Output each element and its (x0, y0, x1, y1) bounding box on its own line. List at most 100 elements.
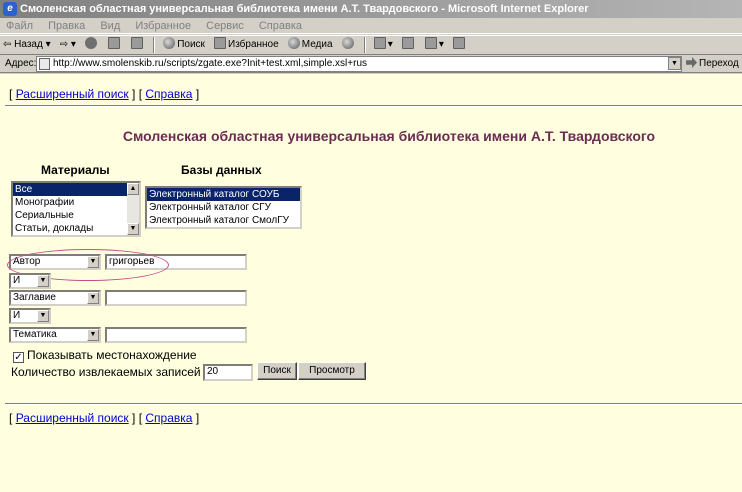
list-item[interactable]: Электронный каталог СОУБ (147, 188, 300, 201)
operator-select-2[interactable]: И ▼ (9, 308, 51, 324)
page-content: [ Расширенный поиск ] [ Справка ] Смолен… (0, 74, 742, 492)
operator-value: И (13, 275, 21, 286)
favorites-button[interactable]: Избранное (211, 36, 282, 54)
show-location-label: Показывать местонахождение (27, 348, 197, 362)
bracket: ] (195, 87, 200, 101)
list-item[interactable]: Все (13, 183, 139, 196)
back-button[interactable]: ⇦ Назад ▾ (0, 36, 54, 54)
menu-tools[interactable]: Сервис (200, 18, 250, 34)
operator-value: И (13, 310, 21, 321)
address-bar: Адрес: http://www.smolenskib.ru/scripts/… (0, 55, 742, 73)
media-button[interactable]: Медиа (285, 36, 336, 54)
print-button[interactable] (399, 36, 419, 54)
chevron-down-icon: ▼ (37, 310, 49, 322)
help-link[interactable]: Справка (145, 87, 192, 101)
menu-edit[interactable]: Правка (42, 18, 91, 34)
media-icon (287, 37, 300, 49)
list-item[interactable]: Сериальные (13, 209, 139, 222)
help-link[interactable]: Справка (145, 411, 192, 425)
advanced-search-link[interactable]: Расширенный поиск (16, 87, 129, 101)
databases-listbox[interactable]: Электронный каталог СОУБ Электронный кат… (145, 186, 302, 229)
menu-file[interactable]: Файл (0, 18, 39, 34)
favorites-icon (214, 37, 226, 49)
page-title: Смоленская областная универсальная библи… (122, 128, 656, 144)
window-title: Смоленская областная универсальная библи… (20, 3, 589, 15)
menu-help[interactable]: Справка (253, 18, 308, 34)
search-label: Поиск (177, 39, 205, 50)
address-dropdown-icon[interactable]: ▼ (668, 57, 681, 70)
search-input-2[interactable] (105, 290, 247, 306)
materials-label: Материалы (41, 163, 110, 177)
list-item[interactable]: Электронный каталог СмолГУ (147, 214, 300, 227)
list-item[interactable]: Статьи, доклады (13, 222, 139, 235)
mail-icon (373, 37, 386, 49)
chevron-down-icon: ▼ (87, 329, 99, 341)
toolbar: ⇦ Назад ▾ ⇨ ▾ Поиск Избранное Медиа ▾ ▾ (0, 35, 742, 55)
back-label: Назад (14, 39, 43, 50)
history-icon (341, 37, 354, 49)
divider (5, 403, 742, 405)
menu-favorites[interactable]: Избранное (129, 18, 197, 34)
bracket: ] [ (132, 87, 143, 101)
field-select-title[interactable]: Заглавие ▼ (9, 290, 101, 306)
history-button[interactable] (339, 36, 359, 54)
toolbar-separator (363, 37, 366, 53)
menu-view[interactable]: Вид (94, 18, 126, 34)
edit-button[interactable]: ▾ (422, 36, 447, 54)
back-arrow-icon: ⇦ (3, 39, 12, 50)
list-item[interactable]: Электронный каталог СГУ (147, 201, 300, 214)
go-label: Переход (699, 58, 739, 69)
field-select-subject[interactable]: Тематика ▼ (9, 327, 101, 343)
forward-button[interactable]: ⇨ ▾ (57, 36, 79, 54)
refresh-icon (108, 37, 121, 49)
materials-listbox[interactable]: Все Монографии Сериальные Статьи, доклад… (11, 181, 141, 237)
home-button[interactable] (128, 36, 148, 54)
favorites-label: Избранное (228, 39, 279, 50)
field-select-value: Заглавие (13, 292, 56, 303)
go-button[interactable]: Переход (686, 57, 739, 71)
toolbar-separator (153, 37, 156, 53)
chevron-down-icon: ▼ (87, 292, 99, 304)
forward-arrow-icon: ⇨ (59, 39, 69, 50)
home-icon (131, 37, 144, 49)
address-url: http://www.smolenskib.ru/scripts/zgate.e… (53, 58, 368, 69)
divider (5, 105, 742, 107)
title-bar: e Смоленская областная универсальная биб… (0, 0, 742, 18)
bracket: ] [ (132, 411, 143, 425)
edit-icon (424, 37, 437, 49)
show-location-checkbox[interactable]: ✓ (13, 352, 24, 363)
records-count-input[interactable]: 20 (203, 364, 253, 381)
address-input[interactable]: http://www.smolenskib.ru/scripts/zgate.e… (36, 56, 682, 72)
media-label: Медиа (301, 39, 333, 50)
mail-button[interactable]: ▾ (371, 36, 396, 54)
scroll-down-icon[interactable]: ▼ (127, 223, 139, 235)
list-item[interactable]: Монографии (13, 196, 139, 209)
databases-label: Базы данных (181, 163, 262, 177)
search-input-3[interactable] (105, 327, 247, 343)
operator-select-1[interactable]: И ▼ (9, 273, 51, 289)
address-label: Адрес: (5, 58, 37, 69)
refresh-button[interactable] (105, 36, 125, 54)
bracket: [ (9, 411, 13, 425)
scroll-up-icon[interactable]: ▲ (127, 183, 139, 195)
advanced-search-link[interactable]: Расширенный поиск (16, 411, 129, 425)
menu-bar: Файл Правка Вид Избранное Сервис Справка (0, 18, 742, 34)
records-count-label: Количество извлекаемых записей (11, 365, 201, 379)
discuss-button[interactable] (450, 36, 470, 54)
field-select-value: Тематика (13, 329, 57, 340)
print-icon (401, 37, 414, 49)
show-location-row: ✓ Показывать местонахождение (13, 348, 197, 363)
stop-button[interactable] (82, 36, 102, 54)
search-icon (163, 37, 176, 49)
materials-scrollbar[interactable]: ▲ ▼ (127, 183, 139, 235)
bracket: [ (9, 87, 13, 101)
top-links: [ Расширенный поиск ] [ Справка ] (9, 87, 199, 101)
chevron-down-icon: ▼ (37, 275, 49, 287)
search-submit-button[interactable]: Поиск (257, 362, 297, 380)
ie-logo-icon: e (3, 2, 17, 16)
browse-button[interactable]: Просмотр (298, 362, 366, 380)
search-button[interactable]: Поиск (160, 36, 208, 54)
discuss-icon (452, 37, 465, 49)
stop-icon (84, 37, 97, 49)
go-arrow-icon (686, 57, 697, 68)
